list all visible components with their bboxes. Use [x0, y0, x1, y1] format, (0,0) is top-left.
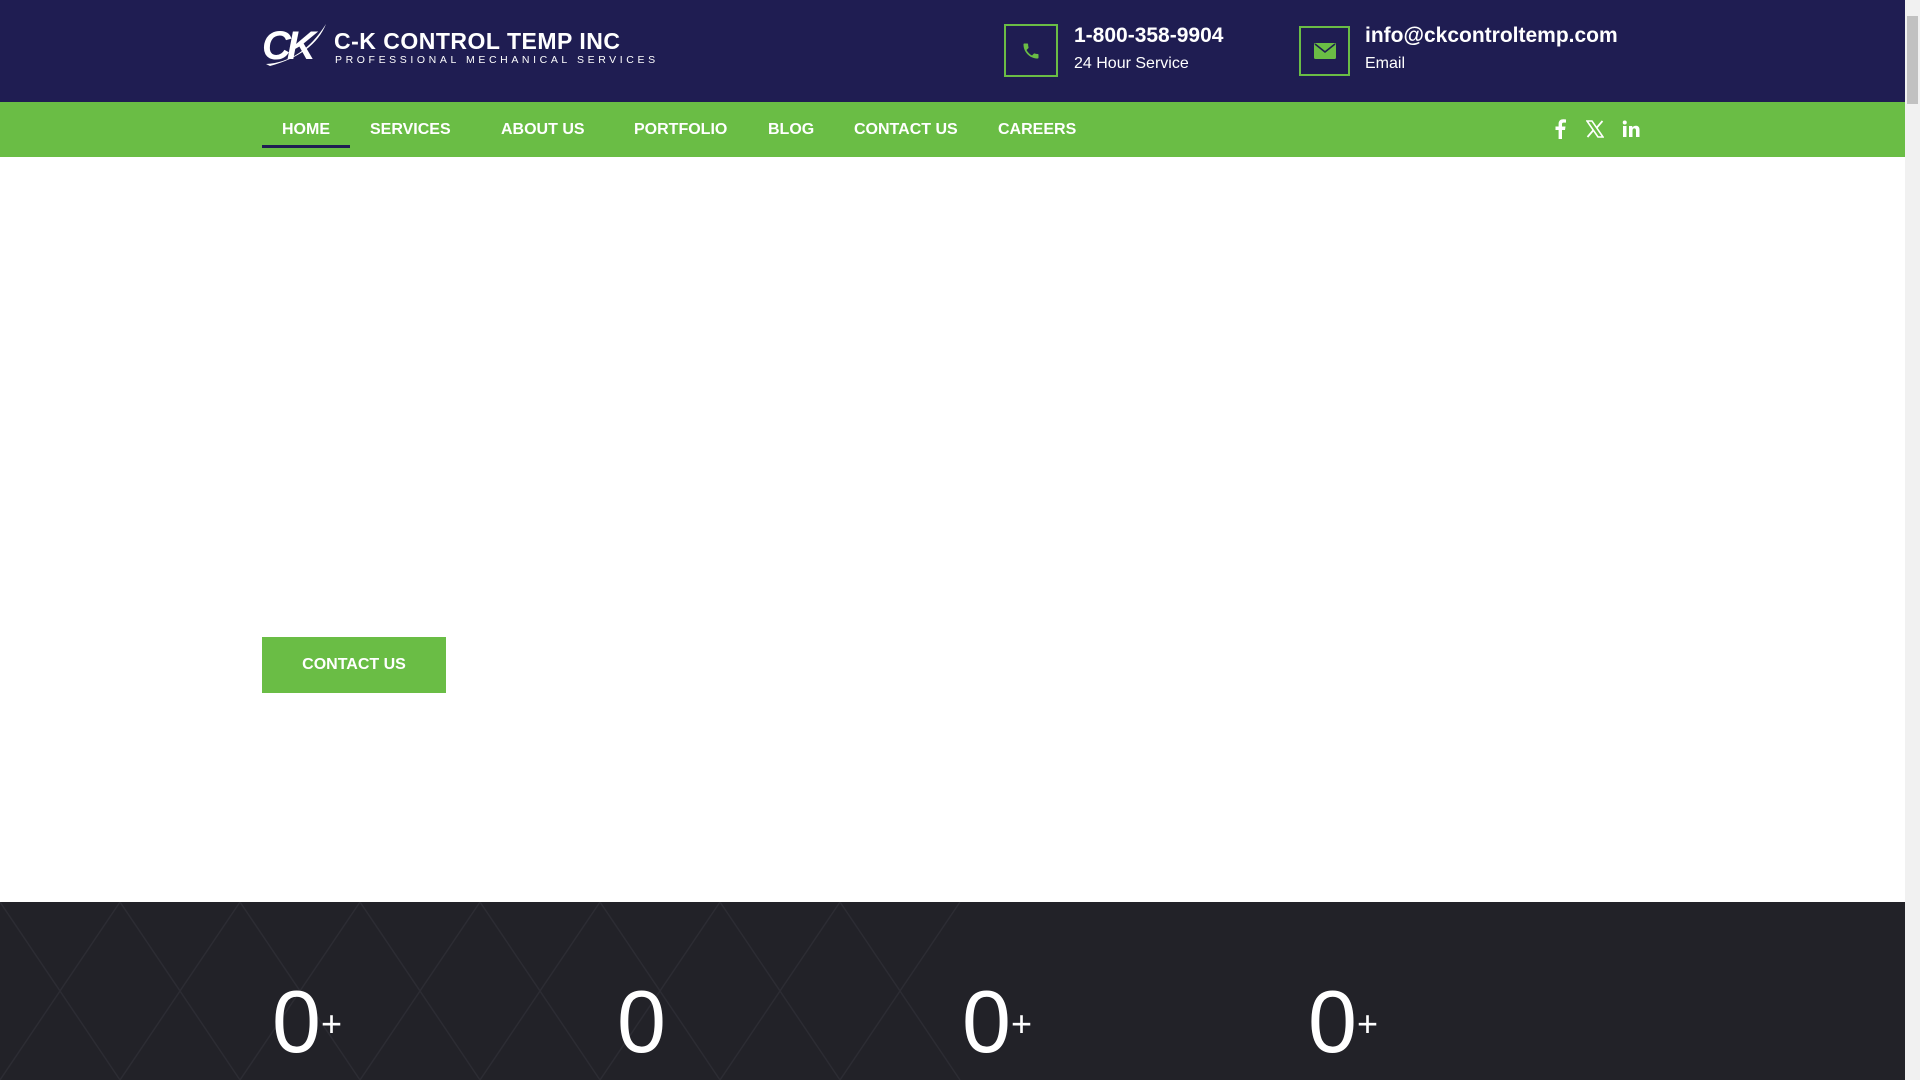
stat-counter-4: 0+: [1308, 977, 1378, 1067]
logo-name: C-K CONTROL TEMP INC: [334, 28, 621, 54]
stat-suffix: +: [320, 1003, 342, 1044]
vertical-scrollbar[interactable]: [1905, 0, 1920, 1080]
stat-value: 0: [272, 972, 321, 1071]
logo[interactable]: CK C-K CONTROL TEMP INC PROFESSIONAL MEC…: [262, 20, 655, 68]
email-address[interactable]: info@ckcontroltemp.com: [1365, 24, 1618, 48]
stat-value: 0: [617, 972, 666, 1071]
stat-suffix: +: [1356, 1003, 1378, 1044]
nav-home[interactable]: HOME: [262, 102, 350, 157]
email-subtitle: Email: [1365, 55, 1406, 72]
phone-number[interactable]: 1-800-358-9904: [1074, 24, 1223, 48]
stat-suffix: +: [1010, 1003, 1032, 1044]
top-header: CK C-K CONTROL TEMP INC PROFESSIONAL MEC…: [0, 0, 1905, 102]
phone-subtitle: 24 Hour Service: [1074, 55, 1189, 72]
page: CK C-K CONTROL TEMP INC PROFESSIONAL MEC…: [0, 0, 1905, 1080]
linkedin-icon[interactable]: [1620, 118, 1642, 140]
email-icon-box[interactable]: [1299, 26, 1350, 76]
stats-section: 0+ 0 0+ 0+: [0, 902, 1905, 1080]
stat-counter-1: 0+: [272, 977, 342, 1067]
x-icon[interactable]: [1584, 118, 1606, 140]
envelope-icon: [1313, 43, 1336, 59]
stat-counter-2: 0: [617, 977, 666, 1067]
logo-mark: CK: [262, 24, 316, 68]
stat-counter-3: 0+: [962, 977, 1032, 1067]
nav-contact-us[interactable]: CONTACT US: [854, 102, 958, 157]
phone-icon-box[interactable]: [1004, 24, 1058, 77]
hero-contact-us-button[interactable]: CONTACT US: [262, 637, 446, 693]
stat-value: 0: [962, 972, 1011, 1071]
logo-tagline: PROFESSIONAL MECHANICAL SERVICES: [335, 54, 659, 66]
stat-value: 0: [1308, 972, 1357, 1071]
nav-services[interactable]: SERVICES: [370, 102, 451, 157]
phone-icon: [1023, 43, 1039, 58]
nav-blog[interactable]: BLOG: [768, 102, 814, 157]
scrollbar-thumb[interactable]: [1907, 16, 1918, 104]
nav-about-us[interactable]: ABOUT US: [501, 102, 585, 157]
nav-portfolio[interactable]: PORTFOLIO: [634, 102, 727, 157]
facebook-icon[interactable]: [1549, 118, 1571, 140]
nav-careers[interactable]: CAREERS: [998, 102, 1076, 157]
